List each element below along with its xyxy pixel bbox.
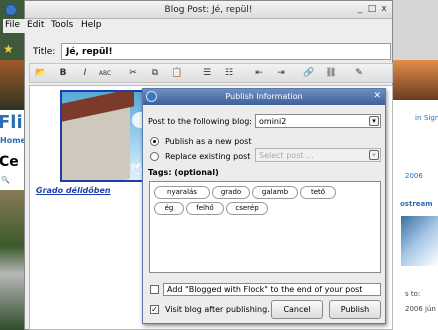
- background-home-link: Home: [0, 136, 24, 145]
- menu-help[interactable]: Help: [81, 20, 102, 30]
- select-post-placeholder: Select post ...: [259, 151, 314, 160]
- background-right-strip: in Sign 2006 ostream s to: 2006 jún: [393, 0, 438, 330]
- tag[interactable]: galamb: [252, 186, 298, 199]
- link-icon[interactable]: 🔗: [302, 67, 316, 80]
- menu-edit[interactable]: Edit: [27, 20, 44, 30]
- tag[interactable]: nyaralás: [154, 186, 210, 199]
- tag[interactable]: tető: [300, 186, 336, 199]
- flock-app-icon: [5, 4, 17, 16]
- bulleted-list-icon[interactable]: ☰: [200, 67, 214, 80]
- minimize-button[interactable]: _: [355, 4, 365, 14]
- chevron-down-icon: ▾: [369, 116, 379, 126]
- cancel-button[interactable]: Cancel: [271, 300, 323, 319]
- replace-existing-radio[interactable]: [150, 152, 159, 161]
- post-title-row: Title: Jé, repül!: [31, 43, 391, 61]
- background-photo-2: [0, 190, 24, 330]
- outdent-icon[interactable]: ⇤: [252, 67, 266, 80]
- chevron-down-icon: ▾: [369, 150, 379, 160]
- dialog-titlebar[interactable]: Publish Information ✕: [143, 89, 385, 105]
- menu-bar: File Edit Tools Help: [3, 19, 392, 33]
- formatting-toolbar: 📂 B I ABC ✂ ⧉ 📋 ☰ ☷ ⇤ ⇥ 🔗 ⛓ ✎: [29, 63, 393, 83]
- tag[interactable]: grado: [212, 186, 250, 199]
- menu-file[interactable]: File: [5, 20, 20, 30]
- replace-existing-label: Replace existing post: [165, 152, 251, 161]
- publish-button[interactable]: Publish: [329, 300, 381, 319]
- edit-icon[interactable]: ✎: [352, 67, 366, 80]
- background-text: 2006 jún: [405, 305, 436, 313]
- open-icon[interactable]: 📂: [34, 67, 48, 80]
- spellcheck-icon[interactable]: ABC: [98, 67, 112, 80]
- menu-tools[interactable]: Tools: [51, 20, 73, 30]
- window-title: Blog Post: Jé, repül!: [164, 5, 253, 15]
- background-image: [401, 216, 438, 266]
- indent-icon[interactable]: ⇥: [274, 67, 288, 80]
- add-blogged-checkbox[interactable]: [150, 285, 159, 294]
- unlink-icon[interactable]: ⛓: [324, 67, 338, 80]
- paste-icon[interactable]: 📋: [170, 67, 184, 80]
- bold-icon[interactable]: B: [56, 67, 70, 80]
- copy-icon[interactable]: ⧉: [148, 67, 162, 80]
- tags-area[interactable]: nyaralás grado galamb tető ég felhő cser…: [149, 181, 381, 273]
- numbered-list-icon[interactable]: ☷: [222, 67, 236, 80]
- background-photo: [0, 60, 24, 110]
- tags-label: Tags: (optional): [148, 168, 219, 177]
- visit-blog-label: Visit blog after publishing.: [165, 305, 270, 314]
- window-titlebar[interactable]: Blog Post: Jé, repül! _ □ x: [5, 1, 392, 19]
- background-logo-text: Fli: [0, 112, 23, 133]
- maximize-button[interactable]: □: [367, 4, 377, 14]
- dialog-title: Publish Information: [225, 92, 303, 101]
- italic-icon[interactable]: I: [78, 67, 92, 80]
- select-post-dropdown[interactable]: Select post ... ▾: [255, 148, 381, 162]
- star-icon: ★: [3, 42, 14, 56]
- background-link: Sign: [424, 114, 438, 122]
- background-link: 2006: [405, 172, 423, 180]
- publish-information-dialog: Publish Information ✕ Post to the follow…: [142, 88, 386, 324]
- add-blogged-label: Add "Blogged with Flock" to the end of y…: [163, 283, 381, 296]
- background-heading: Ce: [0, 154, 19, 170]
- publish-new-label: Publish as a new post: [165, 137, 252, 146]
- publish-new-radio[interactable]: [150, 137, 159, 146]
- tag[interactable]: felhő: [186, 202, 224, 215]
- cut-icon[interactable]: ✂: [126, 67, 140, 80]
- background-left-strip: ★ Fli Home Ce 🔍: [0, 0, 24, 330]
- dialog-close-icon[interactable]: ✕: [373, 91, 381, 101]
- background-text: s to:: [405, 290, 421, 298]
- background-page: Fli Home Ce 🔍: [0, 110, 24, 190]
- background-link: ostream: [400, 200, 433, 208]
- post-to-label: Post to the following blog:: [148, 117, 253, 126]
- background-photo-right: [393, 60, 438, 100]
- close-button[interactable]: x: [379, 4, 389, 14]
- image-caption-link[interactable]: Grado délidőben: [36, 186, 111, 195]
- post-title-label: Title:: [33, 47, 56, 57]
- blog-select[interactable]: omini2 ▾: [255, 114, 381, 128]
- tag[interactable]: ég: [154, 202, 184, 215]
- visit-blog-checkbox[interactable]: ✓: [150, 305, 159, 314]
- background-link: in: [415, 114, 422, 122]
- post-title-input[interactable]: Jé, repül!: [61, 43, 391, 60]
- zoom-icon: 🔍: [1, 176, 10, 184]
- blog-select-value: omini2: [259, 117, 287, 126]
- tag[interactable]: cserép: [226, 202, 268, 215]
